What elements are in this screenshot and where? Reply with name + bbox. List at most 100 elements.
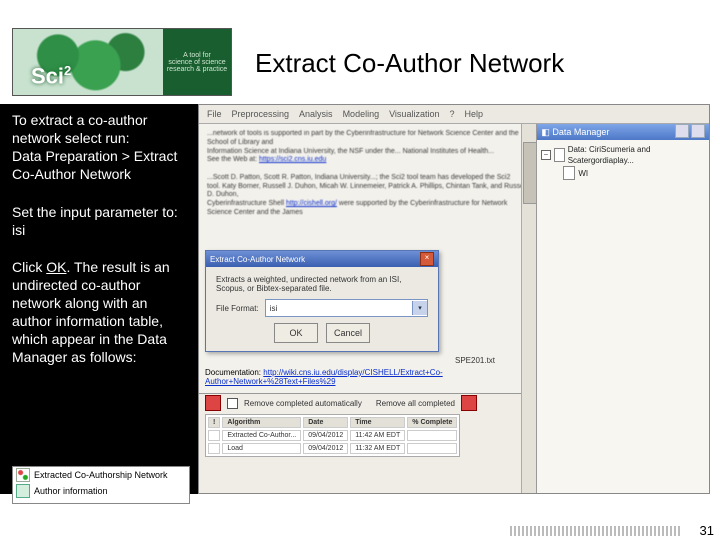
console-l7-t: Cyberinfrastructure Shell: [207, 200, 286, 207]
dm-max-icon[interactable]: [691, 124, 705, 138]
close-icon[interactable]: ×: [420, 252, 434, 266]
console-l1: ...network of tools is supported in part…: [207, 130, 528, 148]
chk-auto[interactable]: [227, 398, 238, 409]
console-url2[interactable]: http://cishell.org/: [286, 200, 337, 207]
logo-side: A tool for science of science research &…: [163, 29, 231, 95]
scheduler-bar: Remove completed automatically Remove al…: [199, 394, 536, 412]
result-row-network: Extracted Co-Authorship Network: [13, 467, 189, 483]
logo-art: Sci2: [13, 29, 163, 95]
page-title: Extract Co-Author Network: [255, 48, 564, 79]
instruction-p2: Set the input parameter to: isi: [12, 204, 186, 240]
extract-dialog: Extract Co-Author Network × Extracts a w…: [205, 250, 439, 352]
r0c1: Extracted Co-Author...: [222, 430, 301, 441]
dialog-desc: Extracts a weighted, undirected network …: [216, 275, 428, 293]
scrollbar[interactable]: [521, 124, 536, 494]
logo-side-l1: A tool for: [183, 52, 211, 59]
col-date: Date: [303, 417, 348, 428]
col-algo: Algorithm: [222, 417, 301, 428]
app-body: ...network of tools is supported in part…: [199, 124, 709, 494]
menu-preprocessing[interactable]: Preprocessing: [232, 109, 290, 119]
data-manager-titlebar[interactable]: ◧ Data Manager: [537, 124, 709, 140]
dialog-titlebar[interactable]: Extract Co-Author Network ×: [206, 251, 438, 267]
fileformat-select[interactable]: isi ▾: [265, 299, 428, 317]
file-icon: [563, 166, 575, 180]
dialog-title-text: Extract Co-Author Network: [210, 255, 305, 264]
table-icon: [16, 484, 30, 498]
result-row-table: Author information: [13, 483, 189, 499]
instruction-menu-path: Data Preparation > Extract Co-Author Net…: [12, 148, 177, 182]
app-main-pane: ...network of tools is supported in part…: [199, 124, 537, 494]
instruction-p1-text: To extract a co-author network select ru…: [12, 112, 147, 146]
menubar[interactable]: File Preprocessing Analysis Modeling Vis…: [199, 105, 709, 124]
instruction-p2a: Set the input parameter to:: [12, 204, 178, 220]
console-l6: tool. Katy Borner, Russell J. Duhon, Mic…: [207, 183, 528, 201]
scrollbar-thumb[interactable]: [523, 142, 537, 204]
dm-title-icons[interactable]: [673, 124, 705, 140]
table-row[interactable]: Load 09/04/2012 11:32 AM EDT: [208, 443, 457, 454]
table-row[interactable]: Extracted Co-Author... 09/04/2012 11:42 …: [208, 430, 457, 441]
menu-visualization[interactable]: Visualization: [389, 109, 439, 119]
dialog-row: File Format: isi ▾: [216, 299, 428, 317]
dialog-body: Extracts a weighted, undirected network …: [206, 267, 438, 351]
logo-banner: Sci2 A tool for science of science resea…: [12, 28, 232, 96]
slide: Sci2 A tool for science of science resea…: [0, 0, 720, 540]
dm-tree[interactable]: – Data: CiriScumeria and Scatergordiapla…: [537, 140, 709, 184]
tree-expand-icon[interactable]: –: [541, 150, 550, 160]
fileformat-value: isi: [270, 304, 278, 313]
remove-all-button[interactable]: Remove all completed: [376, 399, 455, 408]
r1c2: 09/04/2012: [303, 443, 348, 454]
menu-analysis[interactable]: Analysis: [299, 109, 333, 119]
console-l7: Cyberinfrastructure Shell http://cishell…: [207, 200, 528, 218]
menu-extra[interactable]: ?: [449, 109, 454, 119]
result-row2-label: Author information: [34, 486, 108, 496]
col-alert: !: [208, 417, 220, 428]
network-icon: [16, 468, 30, 482]
ok-button[interactable]: OK: [274, 323, 318, 343]
console-l3: See the Web at: https://sci2.cns.iu.edu: [207, 156, 528, 165]
dm-title-text: Data Manager: [552, 127, 609, 137]
instruction-sidebar: To extract a co-author network select ru…: [0, 104, 198, 494]
remove-all-icon[interactable]: [461, 395, 477, 411]
logo-brand: Sci2: [31, 63, 71, 89]
r0c3: 11:42 AM EDT: [350, 430, 405, 441]
result-row1-label: Extracted Co-Authorship Network: [34, 470, 168, 480]
logo-brand-sup: 2: [64, 63, 71, 78]
tree-child-label: WI: [578, 168, 588, 179]
tree-root-label: Data: CiriScumeria and Scatergordiaplay.…: [568, 144, 705, 166]
menu-file[interactable]: File: [207, 109, 222, 119]
tree-root[interactable]: – Data: CiriScumeria and Scatergordiapla…: [541, 144, 705, 166]
instruction-p3a: Click: [12, 259, 46, 275]
cancel-button[interactable]: Cancel: [326, 323, 370, 343]
console-doc: Documentation: http://wiki.cns.iu.edu/di…: [205, 368, 536, 386]
console: ...network of tools is supported in part…: [199, 124, 536, 224]
tree-child[interactable]: WI: [563, 166, 705, 180]
fileformat-label: File Format:: [216, 304, 259, 313]
page-number: 31: [700, 523, 714, 538]
footer-hash: [510, 526, 680, 536]
file-icon: [554, 148, 565, 162]
chk-auto-label: Remove completed automatically: [244, 399, 362, 408]
console-file-text: SPE201.txt: [455, 356, 495, 365]
data-manager-pane: ◧ Data Manager – Data: CiriScumeria and …: [537, 124, 709, 494]
console-l3-t: See the Web at:: [207, 156, 259, 163]
doc-label: Documentation:: [205, 368, 261, 377]
remove-icon[interactable]: [205, 395, 221, 411]
r1c1: Load: [222, 443, 301, 454]
console-l2: Information Science at Indiana Universit…: [207, 148, 528, 157]
console-url1[interactable]: https://sci2.cns.iu.edu: [259, 156, 326, 163]
chevron-down-icon[interactable]: ▾: [412, 301, 427, 315]
logo-side-l3: research & practice: [167, 66, 227, 73]
instruction-p1: To extract a co-author network select ru…: [12, 112, 186, 184]
console-file: SPE201.txt: [205, 356, 495, 365]
menu-modeling[interactable]: Modeling: [343, 109, 380, 119]
instruction-isi: isi: [12, 222, 25, 238]
scheduler-table: ! Algorithm Date Time % Complete Extract…: [205, 414, 460, 457]
r1c4: [407, 443, 457, 454]
r0c4: [407, 430, 457, 441]
logo-brand-text: Sci: [31, 63, 64, 88]
instruction-p3: Click OK. The result is an undirected co…: [12, 259, 186, 366]
instruction-ok: OK: [46, 259, 66, 275]
menu-help[interactable]: Help: [464, 109, 483, 119]
dm-min-icon[interactable]: [675, 124, 689, 138]
col-pct: % Complete: [407, 417, 457, 428]
